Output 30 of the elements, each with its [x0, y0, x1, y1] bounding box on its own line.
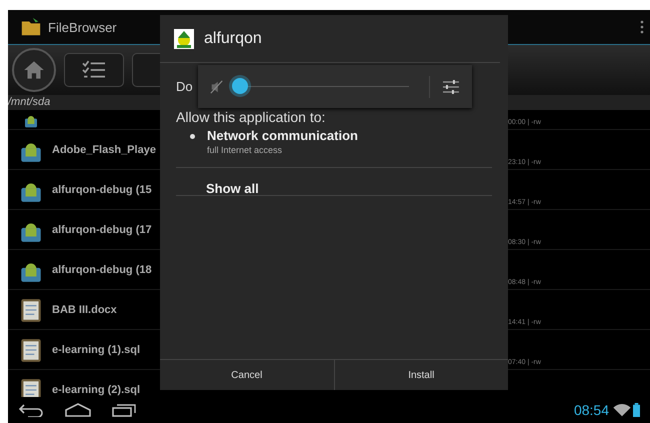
dialog-prompt: Do: [176, 79, 193, 94]
clock: 08:54: [574, 402, 609, 418]
file-name[interactable]: Adobe_Flash_Playe: [52, 144, 156, 156]
file-name[interactable]: alfurqon-debug (17: [52, 224, 152, 236]
home-icon[interactable]: [64, 403, 92, 417]
speaker-icon[interactable]: [210, 80, 224, 94]
settings-icon[interactable]: [442, 78, 460, 94]
app-icon: [174, 28, 194, 48]
overflow-menu-icon[interactable]: [640, 20, 644, 34]
permission-detail: full Internet access: [207, 145, 284, 155]
file-name[interactable]: alfurqon-debug (15: [52, 184, 152, 196]
battery-icon: [633, 403, 640, 417]
slider-thumb[interactable]: [232, 78, 248, 94]
dialog-button[interactable]: Install: [334, 360, 508, 390]
file-name[interactable]: e-learning (2).sql: [52, 384, 140, 396]
folder-icon: [20, 16, 42, 38]
checklist-button[interactable]: [64, 53, 124, 87]
home-button[interactable]: [12, 48, 56, 92]
file-name[interactable]: alfurqon-debug (18: [52, 264, 152, 276]
app-title: FileBrowser: [48, 20, 117, 34]
wifi-icon: [613, 404, 631, 416]
dialog-title: alfurqon: [204, 30, 262, 48]
bullet-icon: [190, 134, 195, 139]
file-name[interactable]: BAB III.docx: [52, 304, 117, 316]
permission-name: Network communication: [207, 128, 358, 143]
permissions-heading: Allow this application to:: [176, 109, 326, 125]
dialog-button[interactable]: Cancel: [160, 360, 334, 390]
recent-apps-icon[interactable]: [110, 403, 138, 417]
show-all-link[interactable]: Show all: [206, 181, 259, 196]
file-name[interactable]: e-learning (1).sql: [52, 344, 140, 356]
